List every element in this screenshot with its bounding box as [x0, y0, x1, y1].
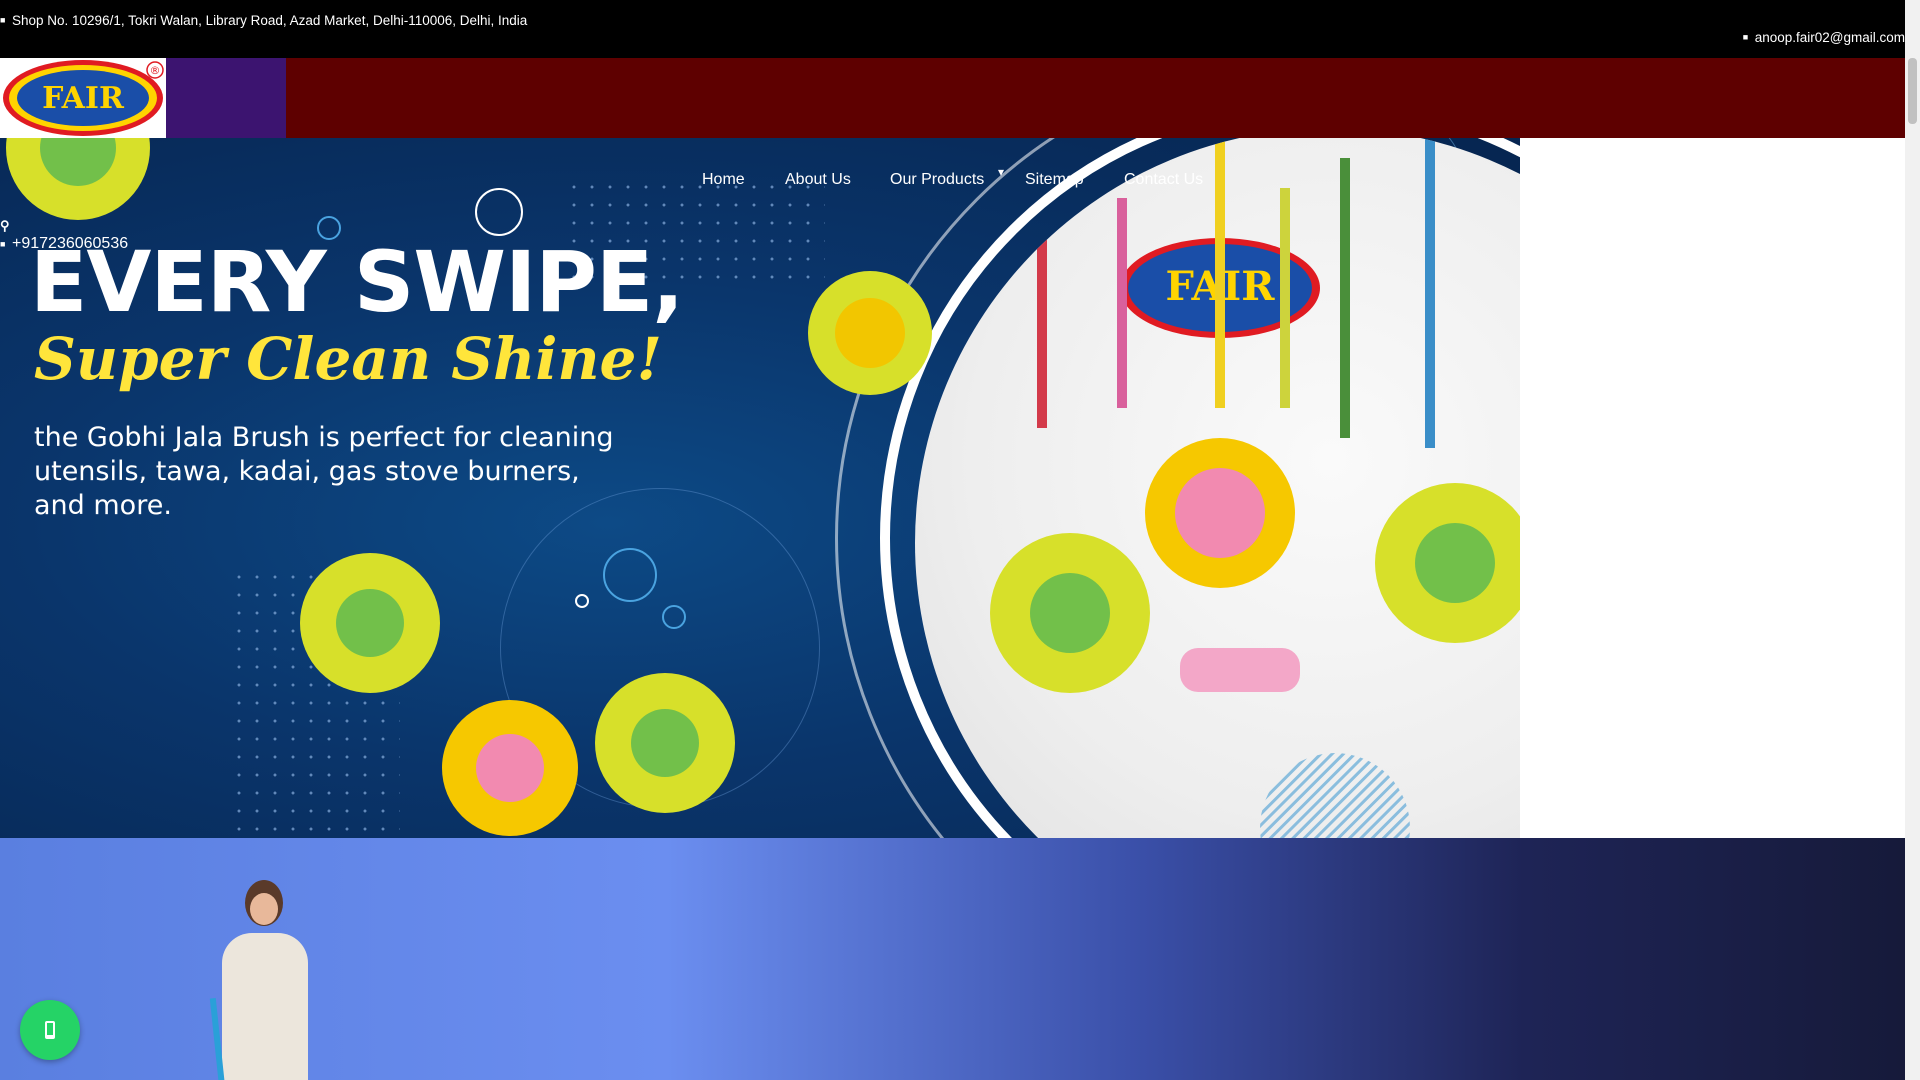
registered-mark: ® [150, 64, 161, 77]
email-link[interactable]: anoop.fair02@gmail.com [1755, 30, 1905, 45]
header-accent-block [166, 58, 286, 138]
hero-slider[interactable]: FAIR [0, 138, 1520, 838]
page-scrollbar[interactable] [1905, 0, 1920, 1080]
nav-contact-us[interactable]: Contact Us [1124, 171, 1203, 189]
nav-sitemap[interactable]: Sitemap [1025, 171, 1084, 189]
phone-number[interactable]: +917236060536 [12, 235, 128, 253]
cleaner-figure [250, 893, 278, 925]
hero-tagline: Super Clean Shine! [34, 325, 662, 393]
whatsapp-button[interactable] [20, 1000, 80, 1060]
brush-decoration [6, 138, 150, 220]
site-header: FAIR ® [0, 58, 1905, 138]
scrollbar-thumb[interactable] [1908, 58, 1917, 124]
search-icon[interactable]: ⚲ [0, 218, 10, 234]
secondary-banner [0, 838, 1905, 1080]
envelope-icon: ■ [1742, 32, 1749, 42]
fair-logo-icon: FAIR ® [3, 60, 164, 136]
brush-decoration [442, 700, 578, 836]
phone-icon: ■ [0, 238, 6, 249]
address-text: Shop No. 10296/1, Tokri Walan, Library R… [12, 13, 528, 28]
dropdown-caret-icon[interactable]: ▾ [998, 165, 1004, 179]
email-info[interactable]: ■ anoop.fair02@gmail.com [1743, 30, 1905, 45]
site-logo[interactable]: FAIR ® [0, 58, 166, 138]
hero-description: the Gobhi Jala Brush is perfect for clea… [34, 422, 614, 521]
brush-decoration [808, 271, 932, 395]
nav-our-products[interactable]: Our Products [890, 171, 984, 189]
whatsapp-icon [45, 1021, 55, 1039]
top-contact-bar: ■ Shop No. 10296/1, Tokri Walan, Library… [0, 0, 1905, 58]
circle-decoration [475, 188, 523, 236]
nav-about-us[interactable]: About Us [785, 171, 851, 189]
nav-home[interactable]: Home [702, 171, 745, 189]
address-info: ■ Shop No. 10296/1, Tokri Walan, Library… [0, 13, 527, 28]
logo-text: FAIR [42, 81, 125, 116]
brush-decoration [595, 673, 735, 813]
map-marker-icon: ■ [0, 15, 6, 25]
phone-info[interactable]: ■ +917236060536 [0, 235, 128, 253]
cleaner-figure [222, 933, 308, 1080]
brush-decoration [300, 553, 440, 693]
